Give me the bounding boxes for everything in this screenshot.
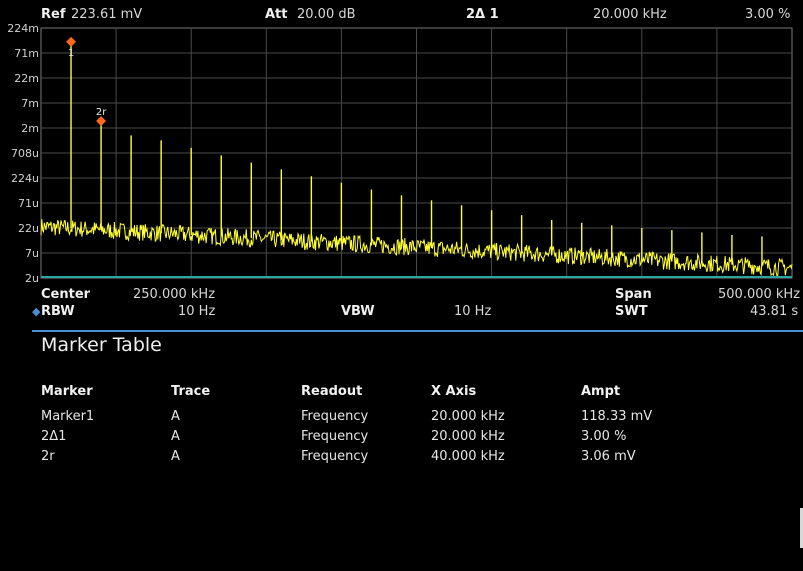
span-value[interactable]: 500.000 kHz (718, 287, 800, 302)
column-header: Ampt (581, 384, 621, 399)
table-row[interactable]: 2Δ1 A Frequency 20.000 kHz 3.00 % (0, 429, 803, 447)
spectrum-plot[interactable]: 224m 71m 22m 7m 2m 708u 224u 71u 22u 7u 2u 1 2r (0, 20, 803, 288)
y-tick-label: 71m (14, 47, 39, 60)
table-cell: A (171, 429, 180, 444)
table-cell: 3.06 mV (581, 449, 636, 464)
table-cell: 2Δ1 (41, 429, 67, 444)
marker-diamond (66, 36, 76, 47)
table-cell: 3.00 % (581, 429, 627, 444)
y-tick-label: 22u (18, 222, 39, 235)
y-tick-label: 708u (11, 147, 39, 160)
marker-label: 2r (96, 107, 107, 118)
vbw-value[interactable]: 10 Hz (454, 304, 491, 319)
y-tick-label: 7u (25, 247, 39, 260)
column-header: X Axis (431, 384, 477, 399)
table-cell: 20.000 kHz (431, 409, 505, 424)
section-divider (32, 330, 803, 332)
plot-grid (40, 27, 793, 279)
marker-table-title: Marker Table (41, 334, 162, 356)
table-cell: 40.000 kHz (431, 449, 505, 464)
table-cell: Frequency (301, 449, 369, 464)
marker-label: 1 (68, 48, 74, 59)
y-tick-label: 22m (14, 72, 39, 85)
table-cell: Marker1 (41, 409, 95, 424)
y-axis-ticks: 224m 71m 22m 7m 2m 708u 224u 71u 22u 7u 2u (7, 22, 39, 285)
table-cell: 118.33 mV (581, 409, 653, 424)
table-row[interactable]: Marker1 A Frequency 20.000 kHz 118.33 mV (0, 409, 803, 427)
vbw-label: VBW (341, 304, 375, 319)
swt-label: SWT (615, 304, 648, 319)
table-cell: Frequency (301, 429, 369, 444)
table-cell: Frequency (301, 409, 369, 424)
y-tick-label: 2m (21, 122, 39, 135)
rbw-value[interactable]: 10 Hz (178, 304, 215, 319)
y-tick-label: 224u (11, 172, 39, 185)
table-cell: 2r (41, 449, 55, 464)
marker-layer: 1 2r (66, 36, 107, 127)
y-tick-label: 2u (25, 272, 39, 285)
span-label: Span (615, 287, 652, 302)
column-header: Trace (171, 384, 211, 399)
rbw-coupling-icon: ◆ (32, 305, 41, 318)
swt-value[interactable]: 43.81 s (750, 304, 798, 319)
table-cell: A (171, 409, 180, 424)
table-cell: A (171, 449, 180, 464)
y-tick-label: 71u (18, 197, 39, 210)
y-tick-label: 224m (7, 22, 39, 35)
column-header: Marker (41, 384, 93, 399)
rbw-label: RBW (41, 304, 75, 319)
center-value[interactable]: 250.000 kHz (133, 287, 215, 302)
table-header-row: Marker Trace Readout X Axis Ampt (0, 384, 803, 402)
y-tick-label: 7m (21, 97, 39, 110)
table-cell: 20.000 kHz (431, 429, 505, 444)
table-row[interactable]: 2r A Frequency 40.000 kHz 3.06 mV (0, 449, 803, 467)
column-header: Readout (301, 384, 363, 399)
center-label: Center (41, 287, 91, 302)
